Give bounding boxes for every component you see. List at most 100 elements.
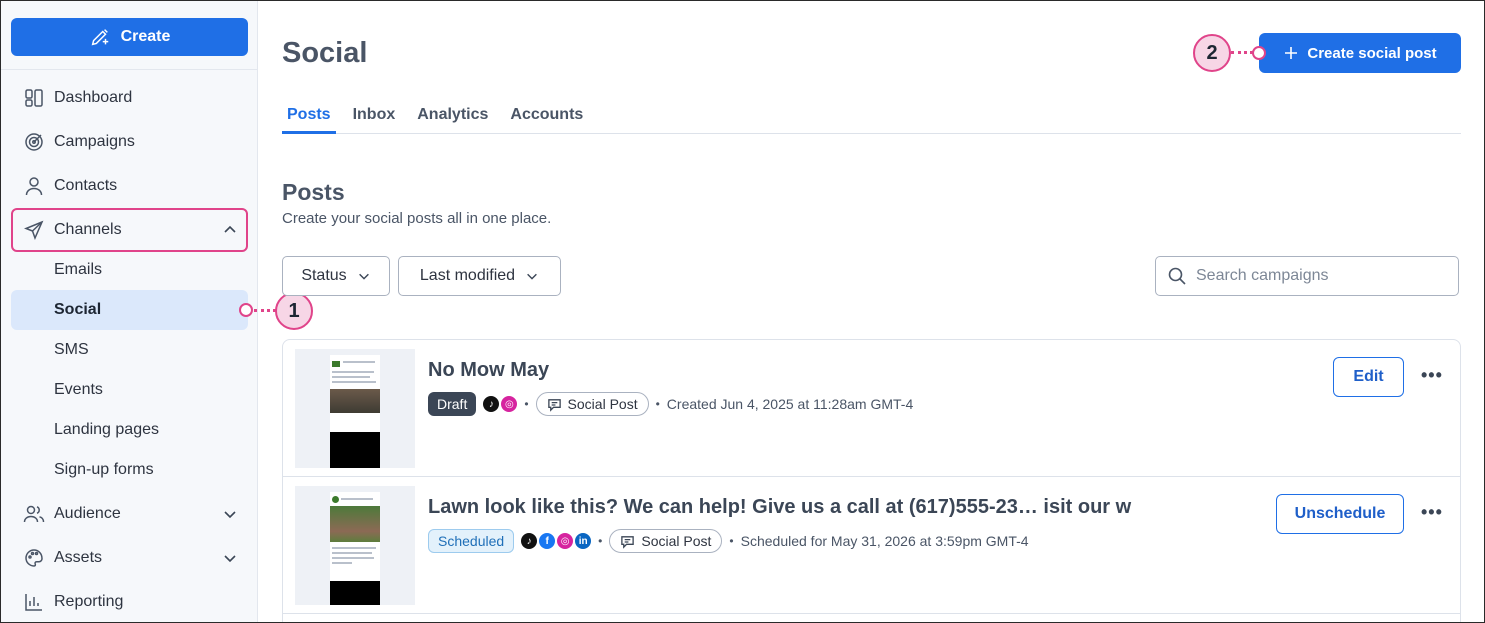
sidebar-subitem-label: SMS	[54, 341, 89, 358]
more-options-icon[interactable]: •••	[1421, 365, 1443, 386]
last-modified-filter[interactable]: Last modified	[398, 256, 561, 296]
thumb-line	[341, 498, 373, 500]
post-date: Created Jun 4, 2025 at 11:28am GMT-4	[666, 396, 914, 412]
person-icon	[23, 175, 45, 197]
sidebar-item-label: Dashboard	[54, 89, 133, 106]
sidebar-subitem-social[interactable]: Social	[11, 290, 248, 330]
sidebar-subitem-signup-forms[interactable]: Sign-up forms	[11, 450, 248, 490]
sidebar-item-label: Contacts	[54, 177, 118, 194]
section-title: Posts	[282, 179, 345, 205]
pencil-plus-icon	[91, 29, 108, 46]
more-options-icon[interactable]: •••	[1421, 502, 1443, 523]
network-icons: ♪ f ◎ in	[521, 533, 592, 549]
sidebar-item-dashboard[interactable]: Dashboard	[11, 77, 248, 119]
palette-icon	[23, 547, 45, 569]
sidebar-item-channels[interactable]: Channels	[11, 208, 248, 252]
chevron-down-icon	[358, 273, 369, 280]
sidebar-subitem-sms[interactable]: SMS	[11, 330, 248, 370]
thumb-line	[332, 376, 370, 378]
tab-posts[interactable]: Posts	[282, 101, 336, 134]
post-thumbnail[interactable]	[295, 486, 415, 605]
sidebar-subitem-label: Events	[54, 381, 103, 398]
status-badge: Scheduled	[428, 529, 515, 553]
thumb-line	[343, 361, 375, 363]
chart-icon	[23, 591, 45, 613]
thumb-line	[332, 371, 374, 373]
posts-list: No Mow May Draft ♪ ◎ • Social Post • Cre…	[282, 339, 1461, 622]
status-filter[interactable]: Status	[282, 256, 390, 296]
sidebar-divider	[1, 69, 258, 70]
sidebar-item-reporting[interactable]: Reporting	[11, 581, 248, 622]
sidebar: Create Dashboard Campaigns Contacts Chan…	[1, 1, 258, 622]
tab-inbox[interactable]: Inbox	[348, 101, 401, 134]
callout-2-number: 2	[1206, 41, 1218, 64]
search-box[interactable]	[1155, 256, 1459, 296]
thumb-line	[332, 552, 372, 554]
post-type-chip: Social Post	[609, 529, 723, 553]
linkedin-icon: in	[575, 533, 592, 549]
post-row[interactable]: No Mow May Draft ♪ ◎ • Social Post • Cre…	[283, 340, 1460, 477]
facebook-icon: f	[539, 533, 556, 549]
section-subtitle: Create your social posts all in one plac…	[282, 210, 552, 227]
chevron-down-icon[interactable]	[222, 550, 238, 566]
app-frame: Create Dashboard Campaigns Contacts Chan…	[0, 0, 1485, 623]
search-input[interactable]	[1196, 267, 1446, 285]
tab-accounts[interactable]: Accounts	[505, 101, 588, 134]
edit-button[interactable]: Edit	[1333, 357, 1404, 397]
post-date: Scheduled for May 31, 2026 at 3:59pm GMT…	[740, 533, 1029, 549]
post-title[interactable]: No Mow May	[428, 359, 549, 382]
sidebar-item-label: Audience	[54, 505, 121, 522]
sidebar-item-assets[interactable]: Assets	[11, 537, 248, 579]
chevron-down-icon	[527, 273, 537, 280]
thumb-line	[332, 562, 352, 564]
post-meta: Draft ♪ ◎ • Social Post • Created Jun 4,…	[428, 392, 913, 416]
dashboard-icon	[23, 87, 45, 109]
plus-icon	[1285, 47, 1298, 59]
callout-1-anchor	[239, 303, 253, 317]
post-title[interactable]: Lawn look like this? We can help! Give u…	[428, 496, 1131, 519]
separator-dot: •	[524, 397, 529, 411]
callout-1-number: 1	[288, 299, 300, 322]
post-type-chip: Social Post	[535, 392, 649, 416]
callout-2-anchor	[1252, 46, 1266, 60]
separator-dot: •	[729, 534, 734, 548]
thumb-line	[332, 557, 374, 559]
separator-dot: •	[598, 534, 603, 548]
tab-analytics[interactable]: Analytics	[412, 101, 493, 134]
comment-icon	[621, 535, 635, 549]
sidebar-item-campaigns[interactable]: Campaigns	[11, 121, 248, 163]
tiktok-icon: ♪	[483, 396, 500, 412]
sidebar-subitem-emails[interactable]: Emails	[11, 250, 248, 290]
thumb-logo	[332, 496, 339, 503]
create-button[interactable]: Create	[11, 18, 248, 56]
thumb-photo	[330, 506, 380, 542]
tiktok-icon: ♪	[521, 533, 538, 549]
create-button-label: Create	[120, 28, 171, 45]
sidebar-item-label: Campaigns	[54, 133, 135, 150]
people-icon	[23, 503, 45, 525]
unschedule-button[interactable]: Unschedule	[1276, 494, 1404, 534]
paper-plane-icon	[23, 219, 45, 241]
create-social-post-button[interactable]: Create social post	[1259, 33, 1461, 73]
post-thumbnail[interactable]	[295, 349, 415, 468]
thumb-photo	[330, 389, 380, 413]
separator-dot: •	[655, 397, 660, 411]
sidebar-item-contacts[interactable]: Contacts	[11, 165, 248, 207]
chevron-down-icon[interactable]	[222, 506, 238, 522]
sidebar-item-label: Reporting	[54, 593, 124, 610]
sidebar-subitem-label: Landing pages	[54, 421, 159, 438]
thumb-video	[330, 581, 380, 605]
sidebar-item-audience[interactable]: Audience	[11, 493, 248, 535]
target-icon	[23, 131, 45, 153]
post-row[interactable]: Lawn look like this? We can help! Give u…	[283, 477, 1460, 614]
thumb-line	[332, 381, 376, 383]
comment-icon	[547, 398, 561, 412]
sidebar-subitem-events[interactable]: Events	[11, 370, 248, 410]
post-type-label: Social Post	[567, 396, 638, 412]
create-social-post-label: Create social post	[1307, 44, 1437, 62]
sidebar-subitem-label: Sign-up forms	[54, 461, 154, 478]
chevron-up-icon[interactable]	[222, 222, 238, 238]
sidebar-item-label: Channels	[54, 221, 122, 238]
instagram-icon: ◎	[557, 533, 574, 549]
sidebar-subitem-landing-pages[interactable]: Landing pages	[11, 410, 248, 450]
